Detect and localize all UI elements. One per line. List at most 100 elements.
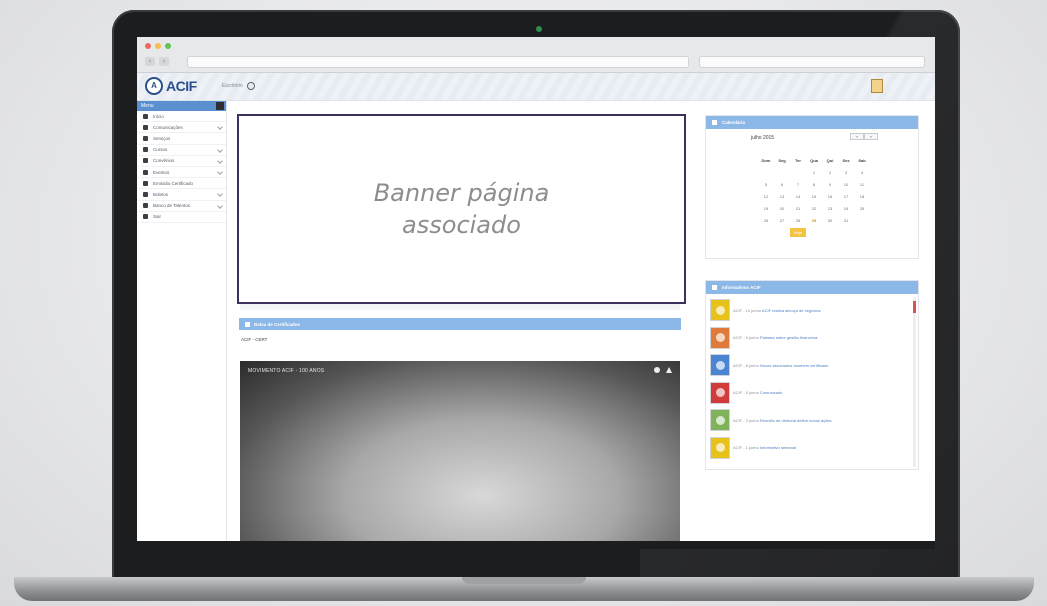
sidebar-item[interactable]: Boletos [137,189,226,201]
home-icon[interactable] [216,102,224,110]
url-bar[interactable] [187,56,689,68]
calendar-icon [712,120,717,125]
calendar-day[interactable]: 27 [774,216,790,225]
calendar-day[interactable]: 4 [854,168,870,177]
calendar-day[interactable]: 6 [774,180,790,189]
notice-thumbnail[interactable] [710,436,730,459]
notices-header: Informativos ACIF [706,281,918,294]
notice-item[interactable]: ACIF - 1 junho Informativo semanal [710,436,796,459]
share-icon[interactable] [666,367,672,373]
notices-icon [712,285,717,290]
notice-item[interactable]: ACIF - 9 junho Palestra sobre gestão fin… [710,326,817,349]
sidebar-item[interactable]: Serviços [137,133,226,145]
calendar-day[interactable]: 17 [838,192,854,201]
chevron-down-icon [217,124,223,131]
notice-item[interactable]: ACIF - 8 junho Novos associados recebem … [710,354,828,376]
calendar-day[interactable]: 5 [758,180,774,189]
notice-link[interactable]: ACIF realiza almoço de negócios [762,308,821,313]
notice-text: ACIF - 9 junho Palestra sobre gestão fin… [733,335,817,340]
calendar-day[interactable]: 14 [790,192,806,201]
calendar-day[interactable]: 13 [774,192,790,201]
notice-thumbnail[interactable] [710,409,730,431]
sidebar-item[interactable]: Sair [137,212,226,223]
calendar-panel: Calendário julho 2015 ‹‹ ›› Dom Seg Ter Qua… [705,115,919,259]
settings-icon[interactable] [246,82,255,90]
calendar-day[interactable]: 16 [822,192,838,201]
browser-nav: ‹ › [145,57,169,66]
notice-item[interactable]: ACIF - 10 junho ACIF realiza almoço de n… [710,299,821,321]
calendar-prev-button[interactable]: ‹‹ [850,133,864,140]
notice-link[interactable]: Comunicado [760,390,782,395]
sidebar-header-label: Menu [141,103,154,109]
forward-button[interactable]: › [159,57,169,66]
calendar-day[interactable]: 19 [758,204,774,213]
notice-date: ACIF - 5 junho [733,390,759,395]
notices-scrollbar[interactable] [913,297,916,467]
calendar-day[interactable]: 1 [806,168,822,177]
sidebar-item[interactable]: Comunicações [137,122,226,134]
calendar-weekday: Seg [778,158,786,163]
calendar-weekday: Dom [761,158,771,163]
notice-thumbnail[interactable] [710,354,730,376]
notice-item[interactable]: ACIF - 3 junho Reunião de diretoria defi… [710,409,832,431]
calendar-day[interactable]: 30 [822,216,838,225]
calendar-today-button[interactable]: Hoje [790,228,806,237]
notices-panel: Informativos ACIF ACIF - 10 junho ACIF r… [705,280,919,470]
document-icon[interactable] [871,79,883,93]
notice-link[interactable]: Reunião de diretoria define novas ações [760,418,832,423]
calendar-day[interactable]: 23 [822,204,838,213]
calendar-day[interactable]: 20 [774,204,790,213]
laptop-screen: ‹ › A ACIF Escritório Menu Início Comuni… [137,37,935,541]
calendar-day[interactable]: 29 [806,216,822,225]
notice-thumbnail[interactable] [710,381,730,404]
sidebar-item[interactable]: Convênios [137,156,226,167]
video-player[interactable]: MOVIMENTO ACIF - 100 ANOS [240,361,680,541]
sidebar-header: Menu [137,101,226,111]
info-icon[interactable] [654,367,660,373]
scrollbar-thumb[interactable] [913,301,916,313]
calendar-day[interactable]: 25 [854,204,870,213]
calendar-day[interactable]: 11 [854,180,870,189]
sidebar-item[interactable]: Emissão Certificado [137,178,226,190]
calendar-day[interactable]: 8 [806,180,822,189]
calendar-day[interactable]: 18 [854,192,870,201]
calendar-day[interactable]: 9 [822,180,838,189]
notice-thumbnail[interactable] [710,326,730,349]
person-icon [715,388,725,397]
minimize-window-button[interactable] [155,43,161,49]
notice-item[interactable]: ACIF - 5 junho Comunicado [710,381,782,404]
acif-logo[interactable]: A ACIF [145,77,197,95]
calendar-day[interactable]: 7 [790,180,806,189]
sidebar-item[interactable]: Início [137,111,226,123]
sidebar-item[interactable]: Cursos [137,145,226,156]
close-window-button[interactable] [145,43,151,49]
lock-icon [143,169,148,175]
breadcrumb-label[interactable]: Escritório [222,83,243,89]
calendar-day[interactable]: 31 [838,216,854,225]
calendar-day[interactable]: 15 [806,192,822,201]
person-icon [715,415,725,425]
calendar-day[interactable]: 22 [806,204,822,213]
sidebar-item[interactable]: Eventos [137,167,226,179]
back-button[interactable]: ‹ [145,57,155,66]
calendar-day[interactable]: 24 [838,204,854,213]
notice-link[interactable]: Informativo semanal [760,445,796,450]
notice-link[interactable]: Novos associados recebem certificado [760,363,828,368]
browser-search-bar[interactable] [699,56,925,68]
calendar-day[interactable]: 2 [822,168,838,177]
panel-icon [245,321,250,327]
calendar-next-button[interactable]: ›› [864,133,878,140]
notice-link[interactable]: Palestra sobre gestão financeira [760,335,817,340]
notice-thumbnail[interactable] [710,299,730,321]
maximize-window-button[interactable] [165,43,171,49]
chart-icon [143,191,148,197]
calendar-day[interactable]: 26 [758,216,774,225]
calendar-day[interactable]: 21 [790,204,806,213]
calendar-day[interactable]: 10 [838,180,854,189]
calendar-day[interactable]: 3 [838,168,854,177]
calendar-day[interactable]: 28 [790,216,806,225]
laptop-mockup: ‹ › A ACIF Escritório Menu Início Comuni… [0,0,1047,606]
calendar-day[interactable]: 12 [758,192,774,201]
sidebar-item[interactable]: Banco de Talentos [137,201,226,212]
sidebar-menu: Início Comunicações Serviços Cursos Convênio… [137,111,226,223]
